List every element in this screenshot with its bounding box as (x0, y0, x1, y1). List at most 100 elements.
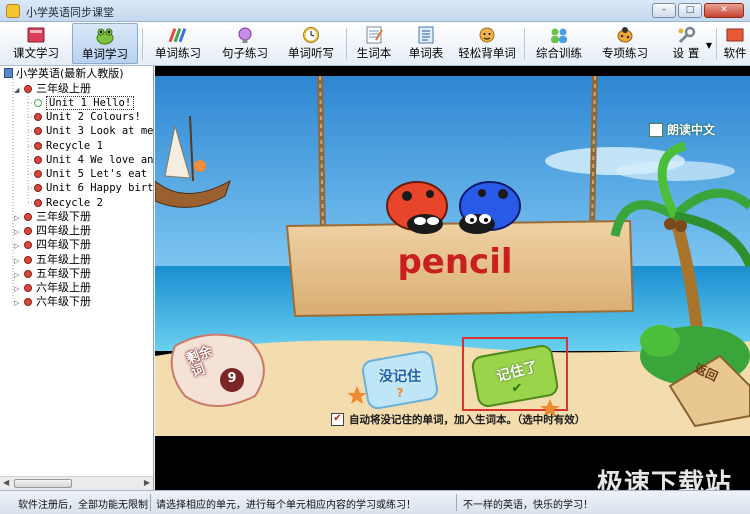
toolbar: 课文学习 单词学习 单词练习 句子练习 单词听写 生词本 单词表 轻松背单词 综… (0, 22, 750, 66)
frog-icon (96, 28, 114, 45)
toolbar-special-practice-button[interactable]: 专项练习 (594, 23, 656, 64)
toolbar-word-study-button[interactable]: 单词学习 (72, 23, 138, 64)
tree-grade-item[interactable]: ▷ 四年级下册 (14, 238, 91, 252)
grade-node-icon (24, 270, 32, 278)
tree-grade-label: 五年级下册 (36, 267, 91, 280)
toolbar-separator (346, 28, 347, 60)
tree-unit-label: Recycle 1 (46, 140, 103, 152)
toolbar-software-button[interactable]: 软件 (720, 23, 750, 64)
status-separator (456, 494, 457, 511)
tree-unit-item[interactable]: Unit 1 Hello! (34, 96, 135, 110)
tree-grade-label: 三年级下册 (36, 210, 91, 223)
auto-add-option[interactable]: ✔ 自动将没记住的单词，加入生词本。（选中时有效） (331, 412, 585, 427)
tree-root-label: 小学英语(最新人教版) (16, 67, 124, 80)
window-controls: – □ ✕ (652, 3, 744, 18)
scroll-right-icon[interactable]: ▶ (144, 478, 150, 487)
grade-node-icon (24, 213, 32, 221)
tree-unit-item[interactable]: Unit 3 Look at me (34, 124, 153, 138)
tree-unit-label: Unit 3 Look at me (46, 125, 154, 137)
remaining-words-count: 9 (227, 371, 237, 386)
tree-grade-item[interactable]: ◢ 三年级上册 (14, 82, 91, 96)
unit-node-icon (34, 99, 42, 107)
toolbar-new-words-button[interactable]: 生词本 (351, 23, 397, 64)
toolbar-comprehensive-button[interactable]: 综合训练 (528, 23, 590, 64)
toolbar-memorize-button[interactable]: 轻松背单词 (454, 23, 520, 64)
status-separator (150, 494, 151, 511)
question-mark-icon: ? (396, 386, 404, 400)
current-word: pencil (397, 242, 513, 282)
status-bar: 软件注册后，全部功能无限制！ 请选择相应的单元，进行每个单元相应内容的学习或练习… (0, 490, 750, 514)
watermark: 极速下载站 (596, 469, 732, 490)
tree-unit-item[interactable]: Recycle 2 (34, 196, 103, 210)
toolbar-separator (716, 28, 717, 60)
scroll-left-icon[interactable]: ◀ (3, 478, 9, 487)
expand-arrow-icon[interactable]: ▷ (14, 254, 22, 268)
tree-root[interactable]: 小学英语(最新人教版) (4, 67, 124, 81)
toolbar-text-study-button[interactable]: 课文学习 (4, 23, 68, 64)
tree-unit-label: Recycle 2 (46, 197, 103, 209)
toolbar-label: 单词练习 (155, 46, 201, 60)
tree-grade-item[interactable]: ▷ 四年级上册 (14, 224, 91, 238)
tree-unit-label: Unit 4 We love animals (46, 154, 154, 166)
tree-grade-label: 六年级上册 (36, 281, 91, 294)
tree-unit-item[interactable]: Unit 6 Happy birthday (34, 181, 153, 195)
toolbar-label: 综合训练 (536, 46, 582, 60)
tree-grade-label: 四年级下册 (36, 238, 91, 251)
tree-grade-item[interactable]: ▷ 五年级上册 (14, 253, 91, 267)
tree-grade-item[interactable]: ▷ 三年级下册 (14, 210, 91, 224)
expand-arrow-icon[interactable]: ▷ (14, 296, 22, 310)
window-title: 小学英语同步课堂 (26, 6, 114, 19)
minimize-button[interactable]: – (652, 3, 676, 18)
toolbar-label: 单词学习 (82, 47, 128, 61)
tree-grade-item[interactable]: ▷ 六年级下册 (14, 295, 91, 309)
expand-arrow-icon[interactable]: ▷ (14, 239, 22, 253)
read-chinese-checkbox[interactable] (649, 122, 663, 137)
people-icon (551, 28, 567, 43)
scrollbar-thumb[interactable] (14, 479, 72, 488)
auto-add-checkbox[interactable]: ✔ (331, 413, 344, 426)
maximize-button[interactable]: □ (678, 3, 702, 18)
remembered-button[interactable]: 记住了 ✔ (477, 359, 557, 401)
toolbar-dictation-button[interactable]: 单词听写 (280, 23, 342, 64)
toolbar-sentence-practice-button[interactable]: 句子练习 (214, 23, 276, 64)
bulb-icon (238, 27, 252, 43)
unit-node-icon (34, 127, 42, 135)
tree-grade-item[interactable]: ▷ 五年级下册 (14, 267, 91, 281)
tree-grade-label: 五年级上册 (36, 253, 91, 266)
tree-grade-label: 六年级下册 (36, 295, 91, 308)
tree-unit-item[interactable]: Unit 2 Colours! (34, 110, 141, 124)
list-icon (418, 26, 434, 44)
settings-dropdown-arrow[interactable]: ▼ (704, 23, 714, 64)
grade-node-icon (24, 241, 32, 249)
close-button[interactable]: ✕ (704, 3, 744, 18)
toolbar-label: 专项练习 (602, 46, 648, 60)
book-icon (27, 27, 45, 43)
tree-horizontal-scrollbar[interactable]: ◀ ▶ (0, 476, 153, 490)
expand-arrow-icon[interactable]: ◢ (14, 83, 22, 97)
status-right: 不一样的英语，快乐的学习！ (463, 500, 593, 511)
app-icon (6, 4, 20, 18)
tree-unit-label: Unit 1 Hello! (46, 96, 135, 110)
cloud (615, 161, 735, 181)
expand-arrow-icon[interactable]: ▷ (14, 225, 22, 239)
tree-grade-item[interactable]: ▷ 六年级上册 (14, 281, 91, 295)
pencils-icon (168, 28, 187, 43)
status-left: 软件注册后，全部功能无限制！ (18, 500, 158, 511)
checkmark-icon: ✔ (511, 381, 523, 396)
tree-unit-item[interactable]: Unit 5 Let's eat (34, 167, 147, 181)
toolbar-word-list-button[interactable]: 单词表 (403, 23, 449, 64)
expand-arrow-icon[interactable]: ▷ (14, 211, 22, 225)
tree-unit-item[interactable]: Unit 4 We love animals (34, 153, 154, 167)
read-chinese-label: 朗读中文 (667, 123, 716, 137)
grade-node-icon (24, 284, 32, 292)
auto-add-label: 自动将没记住的单词，加入生词本。（选中时有效） (349, 414, 586, 426)
not-remembered-button[interactable]: 没记住 ? (367, 366, 433, 402)
toolbar-word-practice-button[interactable]: 单词练习 (147, 23, 209, 64)
read-chinese-option[interactable]: 朗读中文 (649, 121, 715, 138)
toolbar-separator (142, 28, 143, 60)
grade-node-icon (24, 227, 32, 235)
tree-unit-item[interactable]: Recycle 1 (34, 139, 103, 153)
expand-arrow-icon[interactable]: ▷ (14, 268, 22, 282)
not-remembered-label: 没记住 (379, 369, 421, 385)
expand-arrow-icon[interactable]: ▷ (14, 282, 22, 296)
